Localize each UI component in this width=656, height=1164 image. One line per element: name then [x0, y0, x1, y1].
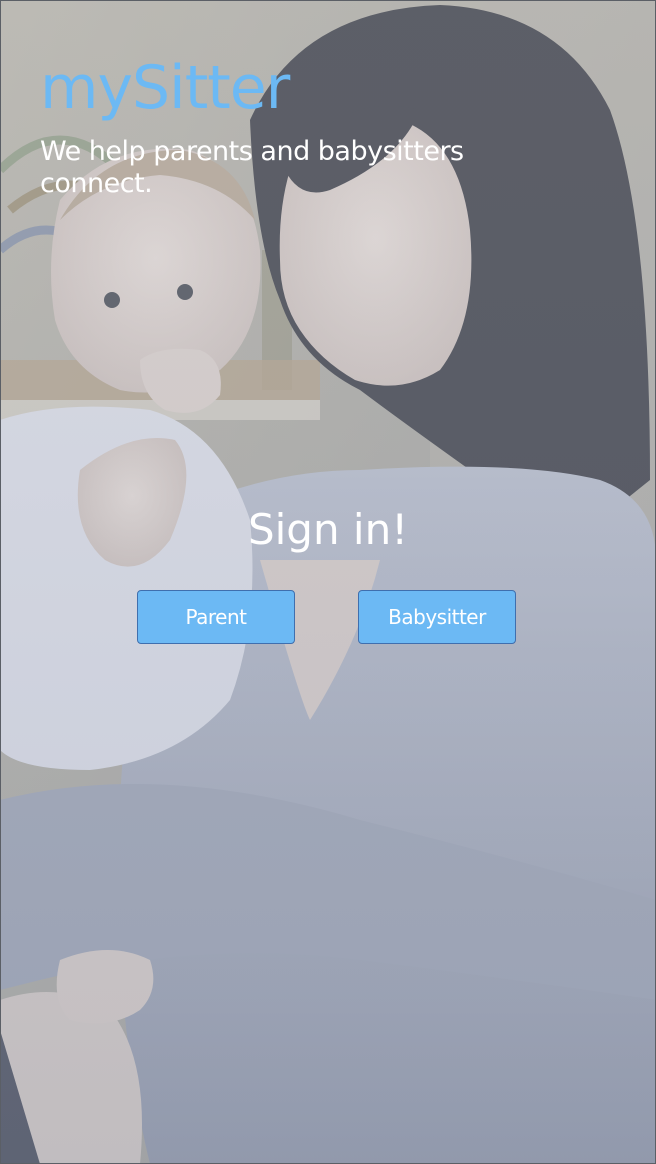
app-logo-wordmark: mySitter: [40, 53, 290, 123]
tagline: We help parents and babysitters connect.: [40, 136, 464, 199]
babysitter-signin-button[interactable]: Babysitter: [358, 590, 516, 644]
signin-heading: Sign in!: [247, 505, 409, 554]
signin-screen: mySitter We help parents and babysitters…: [0, 0, 656, 1164]
parent-signin-button[interactable]: Parent: [137, 590, 295, 644]
